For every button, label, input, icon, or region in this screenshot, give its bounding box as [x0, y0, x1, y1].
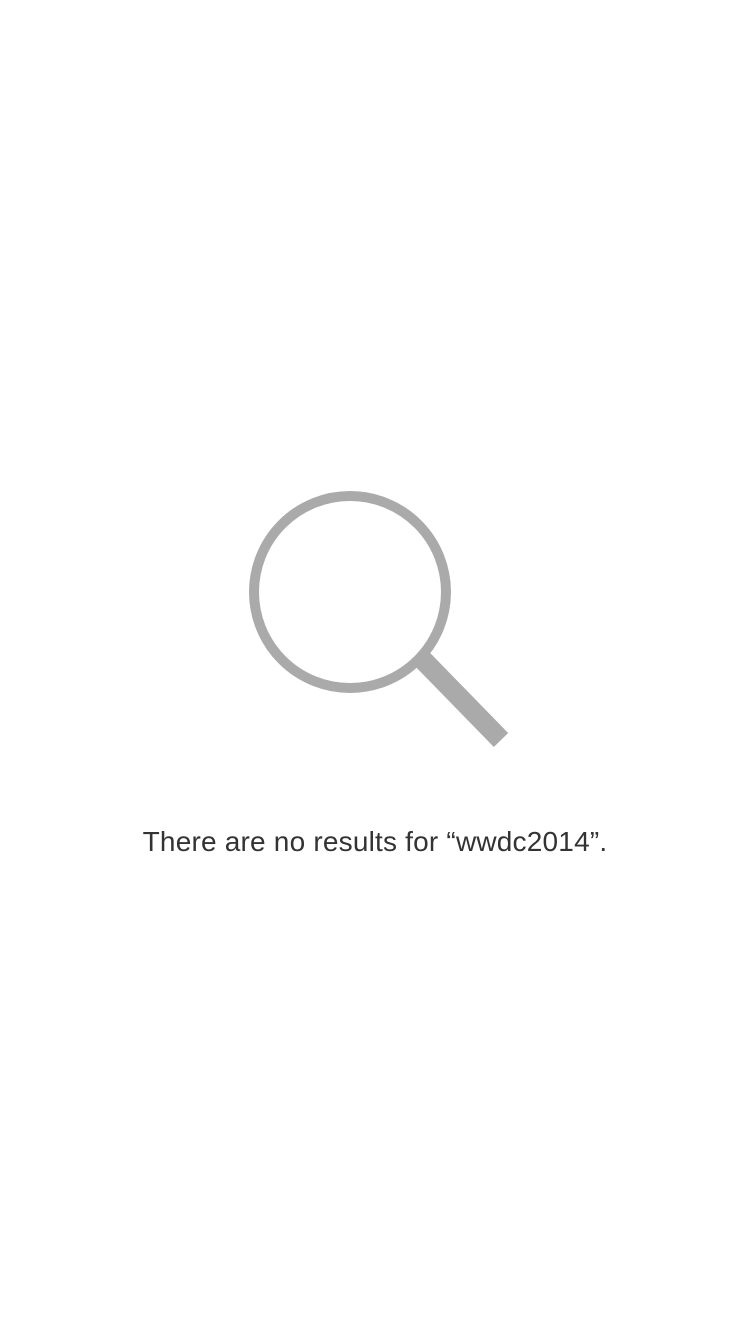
magnifying-glass-icon: [244, 486, 514, 752]
no-results-message: There are no results for “wwdc2014”.: [142, 826, 608, 857]
empty-search-results: There are no results for “wwdc2014”.: [0, 0, 750, 1334]
